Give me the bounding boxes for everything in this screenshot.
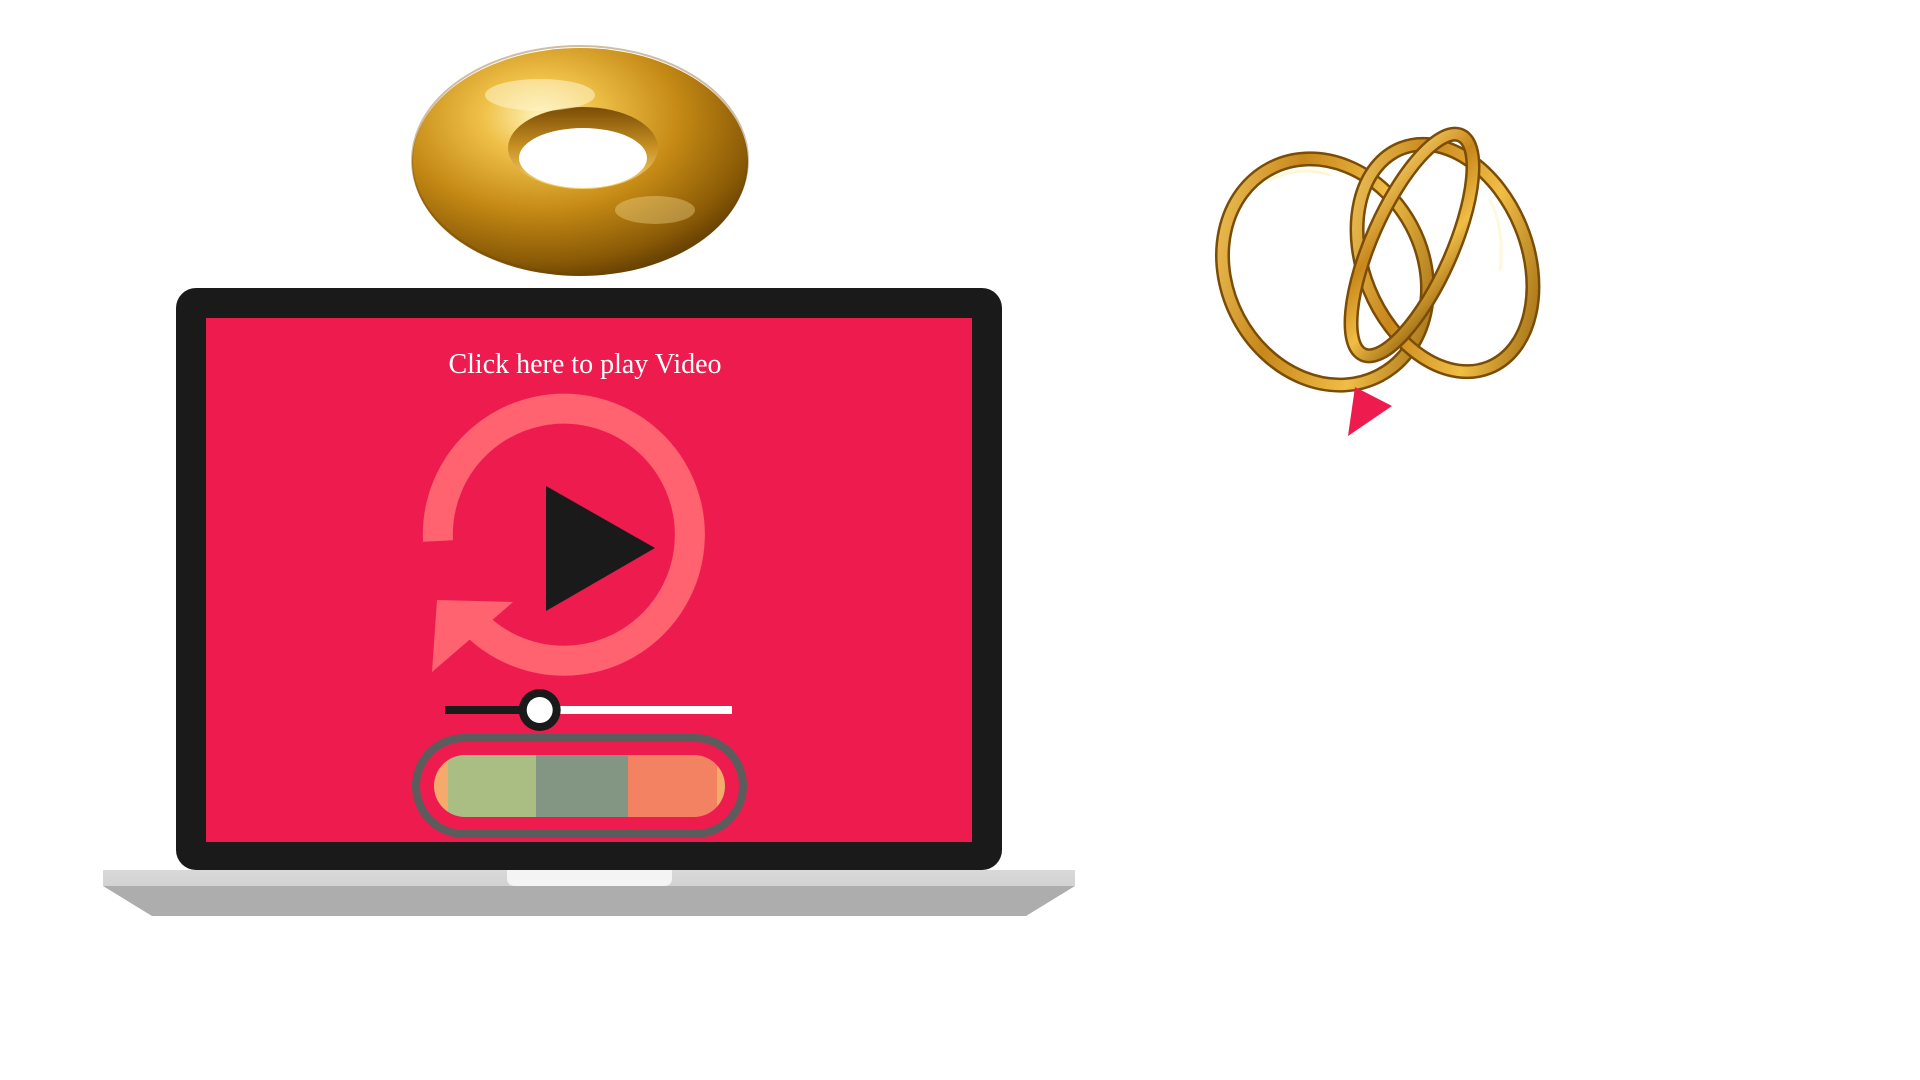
stage: Click here to play Video	[0, 0, 1920, 1080]
gold-torus-icon	[411, 45, 749, 276]
slider-knob[interactable]	[526, 697, 553, 723]
play-video-link[interactable]: Click here to play Video	[205, 348, 965, 382]
gold-knot-icon	[1215, 126, 1541, 393]
swatch-2	[448, 755, 536, 817]
scene	[103, 45, 1541, 916]
swatch-3	[536, 755, 628, 817]
laptop-base	[103, 870, 1075, 916]
swatch-4	[628, 755, 717, 817]
pointer-cursor-icon	[1348, 387, 1392, 436]
